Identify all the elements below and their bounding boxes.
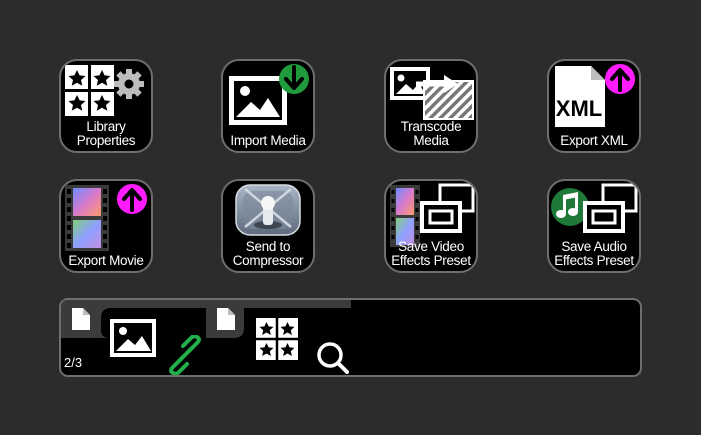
tile-label: Transcode Media <box>400 119 462 148</box>
tile-label: Save Audio Effects Preset <box>554 239 634 268</box>
save-video-effects-preset-button[interactable]: Save Video Effects Preset <box>384 179 478 273</box>
export-movie-button[interactable]: Export Movie <box>59 179 153 273</box>
transcode-media-button[interactable]: Transcode Media <box>384 59 478 153</box>
grid-stars-icon[interactable] <box>254 316 300 362</box>
tile-label: Export XML <box>560 133 628 148</box>
document-icon[interactable] <box>70 306 92 332</box>
send-to-compressor-button[interactable]: Send to Compressor <box>221 179 315 273</box>
search-icon[interactable] <box>315 340 351 376</box>
save-audio-effects-preset-button[interactable]: Save Audio Effects Preset <box>547 179 641 273</box>
tile-label: Import Media <box>230 133 306 148</box>
image-icon[interactable] <box>108 317 158 359</box>
tile-label: Library Properties <box>76 119 136 148</box>
export-xml-button[interactable]: XML Export XML <box>547 59 641 153</box>
tile-label: Send to Compressor <box>232 239 304 268</box>
bottom-toolbar: 2/3 <box>59 298 642 377</box>
toolbar-tabs-background <box>61 300 244 338</box>
link-icon[interactable] <box>165 335 205 375</box>
xml-badge-text: XML <box>556 96 602 121</box>
document-icon[interactable] <box>215 306 237 332</box>
tile-label: Save Video Effects Preset <box>391 239 471 268</box>
import-media-button[interactable]: Import Media <box>221 59 315 153</box>
page-indicator: 2/3 <box>64 355 83 370</box>
library-properties-button[interactable]: Library Properties <box>59 59 153 153</box>
tile-label: Export Movie <box>68 253 144 268</box>
